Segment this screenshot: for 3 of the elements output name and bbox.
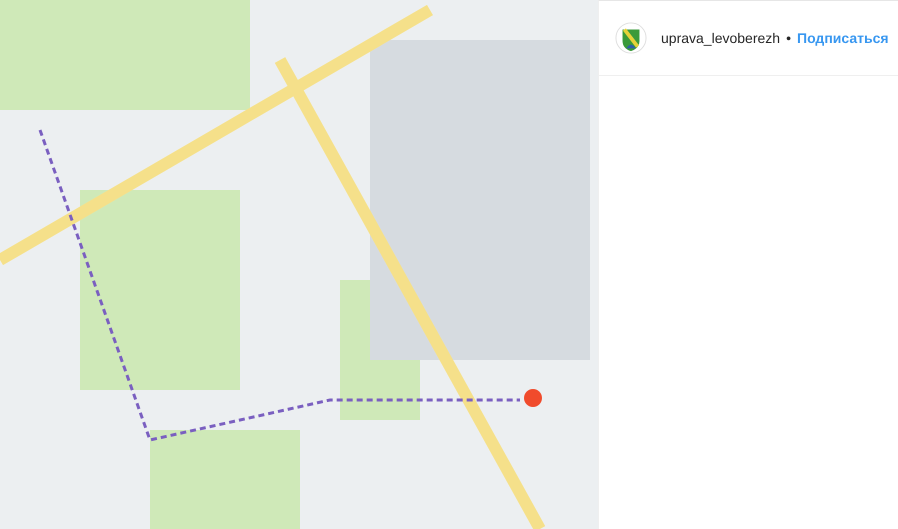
- separator-dot: •: [786, 30, 791, 46]
- avatar-logo-icon[interactable]: [615, 22, 647, 54]
- username-link[interactable]: uprava_levoberezh: [661, 30, 780, 46]
